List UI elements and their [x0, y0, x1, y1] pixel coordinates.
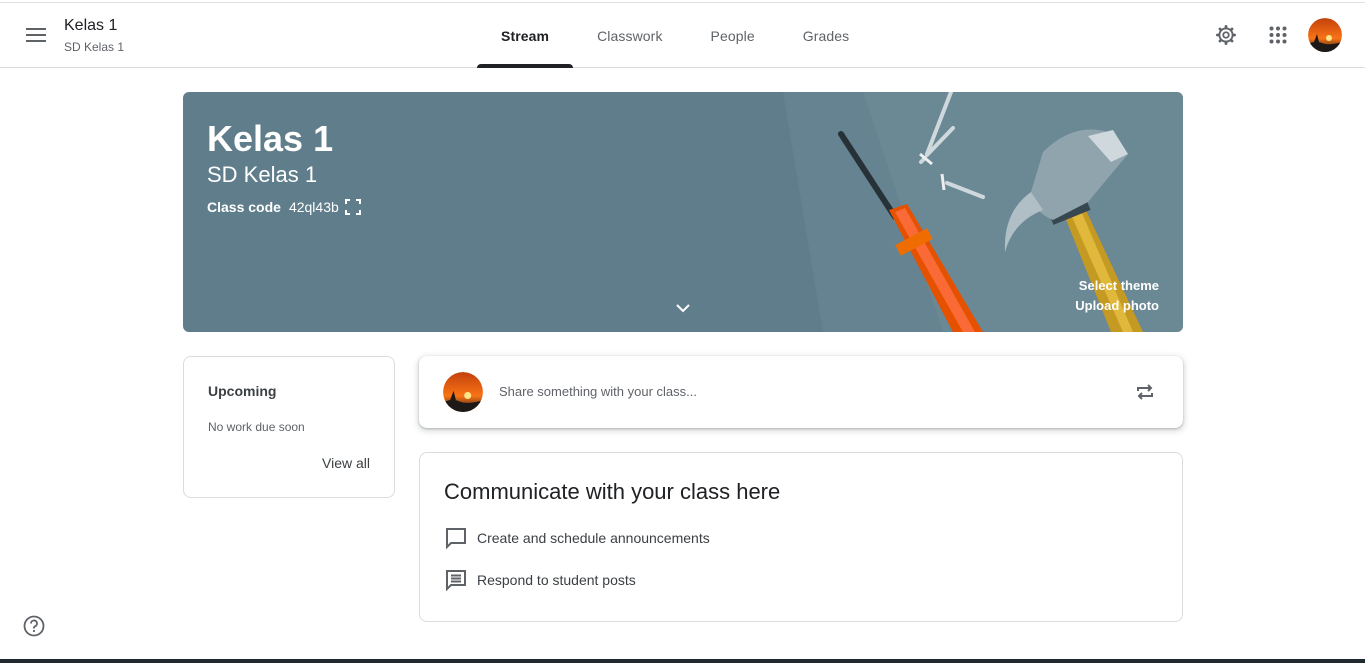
upcoming-empty-text: No work due soon: [208, 420, 305, 434]
fullscreen-icon[interactable]: [344, 199, 361, 215]
menu-icon[interactable]: [18, 17, 54, 53]
share-avatar: [443, 372, 483, 412]
chevron-down-icon[interactable]: [671, 296, 695, 320]
class-code-label: Class code: [207, 199, 281, 215]
app-header: Kelas 1 SD Kelas 1 Stream Classwork Peop…: [0, 3, 1365, 68]
communicate-item: Respond to student posts: [444, 568, 636, 592]
class-title[interactable]: Kelas 1: [64, 17, 117, 35]
profile-avatar[interactable]: [1308, 18, 1342, 52]
class-code-value: 42ql43b: [288, 199, 339, 215]
view-all-link[interactable]: View all: [322, 455, 370, 471]
repost-icon[interactable]: [1131, 378, 1159, 406]
upcoming-title: Upcoming: [208, 383, 277, 399]
class-section: SD Kelas 1: [64, 40, 125, 54]
communicate-title: Communicate with your class here: [444, 479, 781, 504]
message-lines-icon: [444, 568, 468, 592]
tab-grades[interactable]: Grades: [779, 3, 874, 68]
communicate-item: Create and schedule announcements: [444, 526, 710, 550]
gear-icon[interactable]: [1208, 17, 1244, 53]
banner-title: Kelas 1: [207, 118, 334, 159]
upload-photo-link[interactable]: Upload photo: [1075, 298, 1159, 313]
share-box[interactable]: Share something with your class...: [419, 356, 1183, 428]
upcoming-card: Upcoming No work due soon View all: [183, 356, 395, 498]
class-code-row: Class code 42ql43b: [207, 199, 361, 215]
select-theme-link[interactable]: Select theme: [1079, 278, 1159, 293]
communicate-item-label: Respond to student posts: [477, 572, 636, 588]
tab-classwork[interactable]: Classwork: [573, 3, 686, 68]
class-banner: Kelas 1 SD Kelas 1 Class code 42ql43b Se…: [183, 92, 1183, 332]
taskbar-edge: [0, 659, 1365, 663]
tab-people[interactable]: People: [687, 3, 779, 68]
nav-tabs: Stream Classwork People Grades: [477, 3, 873, 68]
apps-grid-icon[interactable]: [1260, 17, 1296, 53]
communicate-card: Communicate with your class here Create …: [419, 452, 1183, 622]
banner-subtitle: SD Kelas 1: [207, 162, 318, 187]
tab-stream[interactable]: Stream: [477, 3, 574, 68]
help-icon[interactable]: [22, 614, 46, 638]
communicate-item-label: Create and schedule announcements: [477, 530, 710, 546]
chat-bubble-icon: [444, 526, 468, 550]
share-placeholder[interactable]: Share something with your class...: [499, 384, 697, 399]
